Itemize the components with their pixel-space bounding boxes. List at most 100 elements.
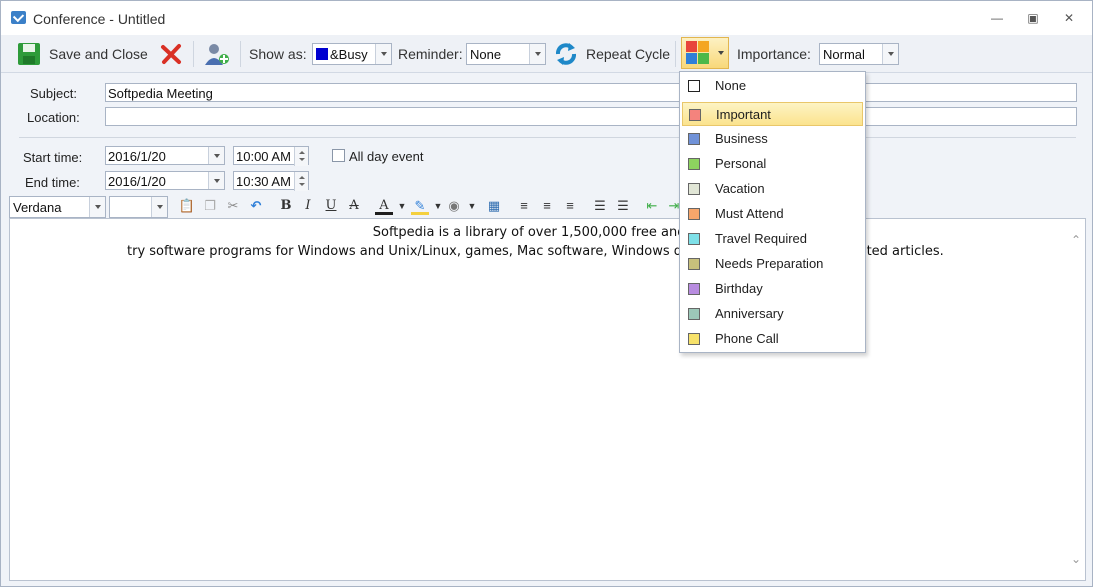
travel-required-swatch-icon	[688, 233, 700, 245]
outdent-icon[interactable]: ⇤	[643, 197, 661, 215]
menu-item-label: Business	[715, 131, 768, 146]
subject-value: Softpedia Meeting	[108, 86, 213, 101]
align-right-icon[interactable]: ≡	[561, 197, 579, 215]
subject-field[interactable]: Softpedia Meeting	[105, 83, 1077, 102]
show-as-value: &Busy	[330, 47, 368, 62]
font-name-select[interactable]: Verdana	[9, 196, 106, 218]
delete-button[interactable]	[159, 39, 183, 69]
end-date-value: 2016/1/20	[108, 174, 166, 189]
italic-icon[interactable]: I	[299, 197, 317, 215]
menu-item-label: Vacation	[715, 181, 765, 196]
category-menu: None Important Business Personal Vacatio…	[679, 71, 866, 353]
repeat-cycle-button[interactable]: Repeat Cycle	[552, 39, 670, 69]
subject-label: Subject:	[30, 86, 77, 101]
menu-item-birthday[interactable]: Birthday	[682, 277, 863, 301]
format-toolbar: Verdana 📋 ❐ ✂ ↶ B I U A A ▼ ✎ ▼ ◉ ▼ ▦ ≡ …	[9, 195, 1084, 218]
maximize-button[interactable]: ▣	[1023, 9, 1043, 27]
start-time-spinner[interactable]: 10:00 AM	[233, 146, 309, 166]
save-and-close-label: Save and Close	[49, 46, 148, 62]
chevron-down-icon[interactable]: ▼	[463, 197, 481, 215]
vacation-swatch-icon	[688, 183, 700, 195]
reminder-select[interactable]: None	[466, 43, 546, 65]
end-time-spinner[interactable]: 10:30 AM	[233, 171, 309, 191]
end-time-value: 10:30 AM	[236, 174, 291, 189]
undo-icon[interactable]: ↶	[247, 197, 265, 215]
title-bar: Conference - Untitled — ▣ ✕	[1, 1, 1092, 35]
numbered-list-icon[interactable]: ☰	[591, 197, 609, 215]
menu-item-none[interactable]: None	[682, 74, 863, 98]
phone-call-swatch-icon	[688, 333, 700, 345]
category-button[interactable]	[681, 37, 729, 69]
close-window-button[interactable]: ✕	[1059, 9, 1079, 27]
chevron-down-icon[interactable]: ▼	[393, 197, 411, 215]
font-name-value: Verdana	[13, 200, 62, 215]
highlight-icon[interactable]: ✎	[411, 197, 429, 215]
notes-editor[interactable]: Softpedia is a library of over 1,500,000…	[9, 218, 1086, 581]
align-center-icon[interactable]: ≡	[538, 197, 556, 215]
menu-item-anniversary[interactable]: Anniversary	[682, 302, 863, 326]
conference-window: Conference - Untitled — ▣ ✕ Save and Clo…	[0, 0, 1093, 587]
location-field[interactable]	[105, 107, 1077, 126]
chevron-down-icon[interactable]	[882, 44, 898, 64]
scroll-up-icon[interactable]: ⌃	[1071, 233, 1081, 247]
chevron-down-icon[interactable]	[89, 197, 105, 217]
start-time-value: 10:00 AM	[236, 149, 291, 164]
reminder-label: Reminder:	[398, 46, 463, 62]
font-color-icon[interactable]: A	[375, 197, 393, 215]
spinner-arrows-icon[interactable]	[294, 147, 308, 166]
minimize-button[interactable]: —	[987, 9, 1007, 27]
fill-color-icon[interactable]: ◉	[445, 197, 463, 215]
font-size-select[interactable]	[109, 196, 168, 218]
start-date-value: 2016/1/20	[108, 149, 166, 164]
business-swatch-icon	[688, 133, 700, 145]
busy-color-swatch	[316, 48, 328, 60]
start-date-picker[interactable]: 2016/1/20	[105, 146, 225, 165]
cut-icon[interactable]: ✂	[224, 197, 242, 215]
menu-item-business[interactable]: Business	[682, 127, 863, 151]
toolbar: Save and Close Show as: &Busy Reminder: …	[1, 35, 1092, 73]
end-time-label: End time:	[25, 175, 80, 190]
birthday-swatch-icon	[688, 283, 700, 295]
save-icon	[18, 43, 40, 65]
spinner-arrows-icon[interactable]	[294, 172, 308, 191]
align-left-icon[interactable]: ≡	[515, 197, 533, 215]
save-and-close-button[interactable]: Save and Close	[17, 39, 148, 69]
start-time-label: Start time:	[23, 150, 83, 165]
underline-icon[interactable]: U	[322, 197, 340, 215]
editor-line-1: Softpedia is a library of over 1,500,000…	[372, 225, 708, 240]
scroll-down-icon[interactable]: ⌄	[1071, 552, 1081, 566]
strikethrough-icon[interactable]: A	[345, 197, 363, 215]
calendar-dropdown-icon[interactable]	[208, 147, 224, 164]
window-title: Conference - Untitled	[33, 11, 166, 27]
table-icon[interactable]: ▦	[485, 197, 503, 215]
calendar-dropdown-icon[interactable]	[208, 172, 224, 189]
attendees-icon	[205, 44, 229, 65]
menu-item-important[interactable]: Important	[682, 102, 863, 126]
menu-item-label: Phone Call	[715, 331, 779, 346]
bold-icon[interactable]: B	[277, 197, 295, 215]
menu-item-phone-call[interactable]: Phone Call	[682, 327, 863, 351]
show-as-select[interactable]: &Busy	[312, 43, 392, 65]
editor-line-2-tail: lated articles.	[855, 244, 944, 259]
menu-item-must-attend[interactable]: Must Attend	[682, 202, 863, 226]
copy-icon[interactable]: ❐	[201, 197, 219, 215]
chevron-down-icon[interactable]	[529, 44, 545, 64]
menu-item-personal[interactable]: Personal	[682, 152, 863, 176]
chevron-down-icon[interactable]	[375, 44, 391, 64]
menu-item-label: Personal	[715, 156, 767, 171]
importance-label: Importance:	[737, 46, 811, 62]
calendar-app-icon	[11, 11, 26, 24]
important-swatch-icon	[689, 109, 701, 121]
importance-select[interactable]: Normal	[819, 43, 899, 65]
menu-item-label: Birthday	[715, 281, 763, 296]
chevron-down-icon[interactable]	[151, 197, 167, 217]
menu-item-vacation[interactable]: Vacation	[682, 177, 863, 201]
paste-icon[interactable]: 📋	[178, 197, 196, 215]
menu-item-needs-preparation[interactable]: Needs Preparation	[682, 252, 863, 276]
invite-attendees-button[interactable]	[203, 39, 231, 69]
bullet-list-icon[interactable]: ☰	[614, 197, 632, 215]
all-day-checkbox[interactable]	[332, 149, 345, 162]
end-date-picker[interactable]: 2016/1/20	[105, 171, 225, 190]
menu-item-label: Needs Preparation	[715, 256, 824, 271]
menu-item-travel-required[interactable]: Travel Required	[682, 227, 863, 251]
